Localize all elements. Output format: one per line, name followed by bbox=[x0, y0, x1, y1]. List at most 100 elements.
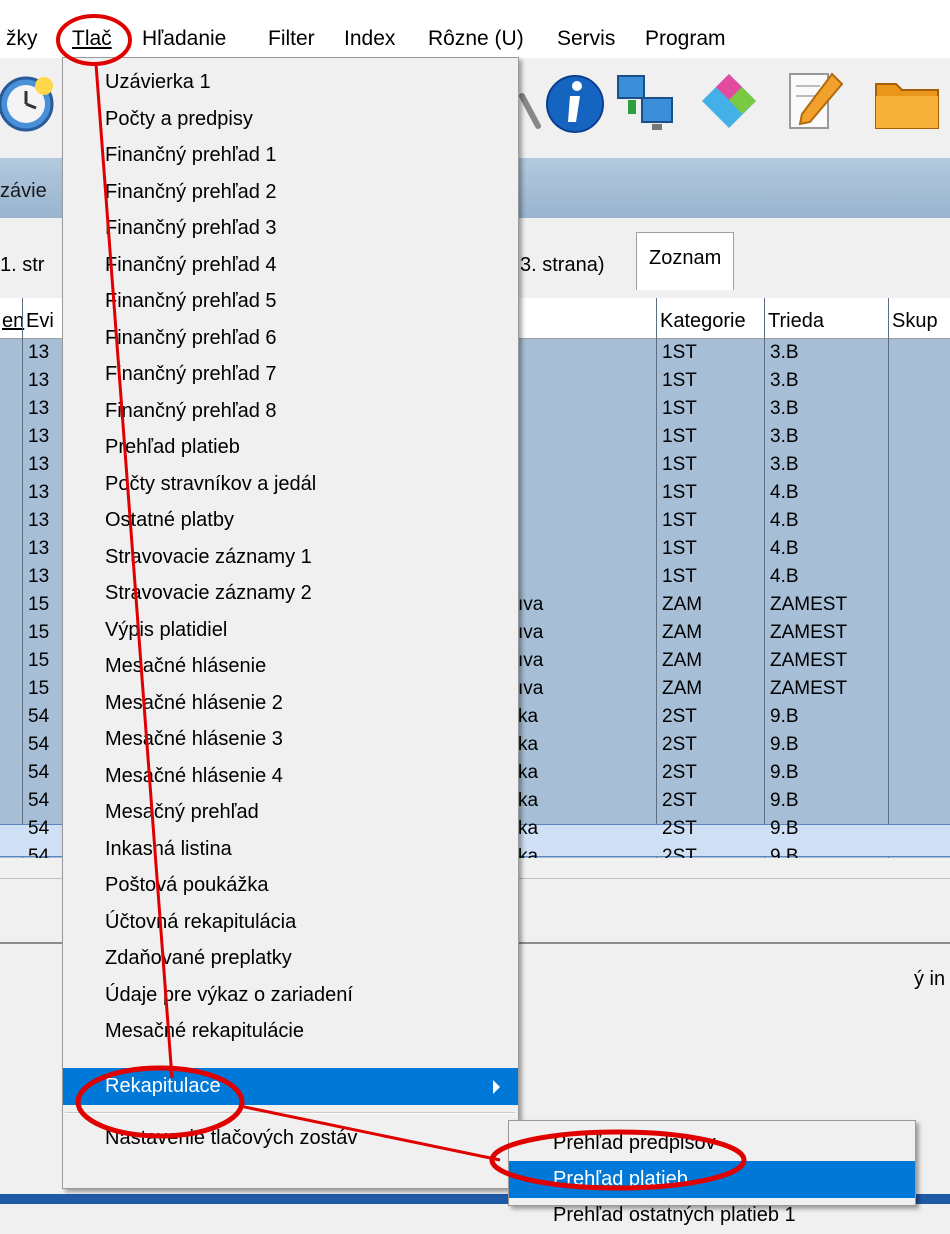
col-header-skup[interactable]: Skup bbox=[892, 310, 938, 333]
cell-name[interactable]: ka bbox=[518, 818, 538, 840]
menu-item[interactable]: Počty stravníkov a jedál bbox=[63, 466, 518, 503]
menu-item[interactable]: Účtovná rekapitulácia bbox=[63, 904, 518, 941]
cell-evi[interactable]: 15 bbox=[28, 622, 49, 644]
cell-evi[interactable]: 13 bbox=[28, 398, 49, 420]
menu-item[interactable]: Mesačné hlásenie bbox=[63, 648, 518, 685]
menu-item[interactable]: Finančný prehľad 3 bbox=[63, 210, 518, 247]
menu-item[interactable]: Výpis platidiel bbox=[63, 612, 518, 649]
cell-trieda[interactable]: ZAMEST bbox=[770, 622, 847, 644]
cell-trieda[interactable]: 3.B bbox=[770, 370, 799, 392]
menu-item[interactable]: Zdaňované preplatky bbox=[63, 940, 518, 977]
cell-evi[interactable]: 54 bbox=[28, 762, 49, 784]
col-header-en[interactable]: en bbox=[2, 310, 24, 333]
cell-evi[interactable]: 13 bbox=[28, 342, 49, 364]
menu-item[interactable]: Mesačné rekapitulácie bbox=[63, 1013, 518, 1050]
cell-evi[interactable]: 13 bbox=[28, 370, 49, 392]
menu-item[interactable]: Finančný prehľad 4 bbox=[63, 247, 518, 284]
cell-kategorie[interactable]: 1ST bbox=[662, 342, 697, 364]
cell-trieda[interactable]: 4.B bbox=[770, 482, 799, 504]
cell-trieda[interactable]: ZAMEST bbox=[770, 594, 847, 616]
cell-evi[interactable]: 54 bbox=[28, 818, 49, 840]
col-header-trieda[interactable]: Trieda bbox=[768, 310, 824, 333]
cell-trieda[interactable]: 9.B bbox=[770, 762, 799, 784]
menu-item[interactable]: Mesačné hlásenie 4 bbox=[63, 758, 518, 795]
menu-item[interactable]: Finančný prehľad 1 bbox=[63, 137, 518, 174]
cell-name[interactable]: ka bbox=[518, 790, 538, 812]
cell-kategorie[interactable]: 2ST bbox=[662, 734, 697, 756]
cell-trieda[interactable]: 4.B bbox=[770, 538, 799, 560]
cell-kategorie[interactable]: 1ST bbox=[662, 454, 697, 476]
cell-trieda[interactable]: 4.B bbox=[770, 510, 799, 532]
menu-item[interactable]: Mesačné hlásenie 3 bbox=[63, 721, 518, 758]
cell-trieda[interactable]: 9.B bbox=[770, 734, 799, 756]
menu-item-rozne[interactable]: Rôzne (U) bbox=[428, 27, 524, 51]
cell-evi[interactable]: 13 bbox=[28, 538, 49, 560]
cell-kategorie[interactable]: 1ST bbox=[662, 538, 697, 560]
info-icon[interactable] bbox=[540, 66, 610, 136]
submenu-item-prehlad-ostatnych-platieb-1[interactable]: Prehľad ostatných platieb 1 bbox=[509, 1197, 915, 1234]
cell-trieda[interactable]: 3.B bbox=[770, 454, 799, 476]
cell-kategorie[interactable]: 1ST bbox=[662, 426, 697, 448]
menu-item-hladanie[interactable]: Hľadanie bbox=[142, 27, 226, 51]
edit-document-icon[interactable] bbox=[780, 66, 850, 136]
menu-item[interactable]: Finančný prehľad 6 bbox=[63, 320, 518, 357]
cell-kategorie[interactable]: ZAM bbox=[662, 678, 702, 700]
cell-evi[interactable]: 13 bbox=[28, 510, 49, 532]
cell-evi[interactable]: 54 bbox=[28, 790, 49, 812]
clock-icon[interactable] bbox=[0, 66, 62, 136]
tab-1-strana[interactable]: 1. str bbox=[0, 254, 44, 277]
menu-item[interactable]: Údaje pre výkaz o zariadení bbox=[63, 977, 518, 1014]
cell-trieda[interactable]: 9.B bbox=[770, 706, 799, 728]
menu-item-filter[interactable]: Filter bbox=[268, 27, 315, 51]
menu-item-program[interactable]: Program bbox=[645, 27, 726, 51]
menu-item[interactable]: Ostatné platby bbox=[63, 502, 518, 539]
network-icon[interactable] bbox=[612, 66, 682, 136]
menu-item-servis[interactable]: Servis bbox=[557, 27, 615, 51]
cell-name[interactable]: ıva bbox=[518, 594, 543, 616]
cell-evi[interactable]: 13 bbox=[28, 426, 49, 448]
cell-kategorie[interactable]: ZAM bbox=[662, 650, 702, 672]
submenu-item-prehlad-platieb[interactable]: Prehľad platieb bbox=[509, 1161, 915, 1198]
menu-item[interactable]: Mesačné hlásenie 2 bbox=[63, 685, 518, 722]
cell-evi[interactable]: 13 bbox=[28, 566, 49, 588]
cell-kategorie[interactable]: 1ST bbox=[662, 370, 697, 392]
menu-item[interactable]: Uzávierka 1 bbox=[63, 64, 518, 101]
cell-trieda[interactable]: 9.B bbox=[770, 790, 799, 812]
menu-item-partial[interactable]: žky bbox=[6, 27, 38, 51]
cell-name[interactable]: ıva bbox=[518, 622, 543, 644]
cell-evi[interactable]: 13 bbox=[28, 482, 49, 504]
cell-kategorie[interactable]: 2ST bbox=[662, 706, 697, 728]
cell-kategorie[interactable]: 2ST bbox=[662, 818, 697, 840]
cell-name[interactable]: ka bbox=[518, 762, 538, 784]
cell-kategorie[interactable]: 1ST bbox=[662, 398, 697, 420]
cell-name[interactable]: ka bbox=[518, 734, 538, 756]
cell-evi[interactable]: 54 bbox=[28, 706, 49, 728]
cell-trieda[interactable]: ZAMEST bbox=[770, 650, 847, 672]
cell-kategorie[interactable]: 1ST bbox=[662, 482, 697, 504]
tab-3-strana[interactable]: 3. strana) bbox=[520, 254, 604, 277]
cell-evi[interactable]: 15 bbox=[28, 678, 49, 700]
cell-evi[interactable]: 13 bbox=[28, 454, 49, 476]
cell-kategorie[interactable]: 1ST bbox=[662, 566, 697, 588]
tab-zoznam[interactable]: Zoznam bbox=[636, 232, 735, 290]
menu-item[interactable]: Finančný prehľad 8 bbox=[63, 393, 518, 430]
cell-kategorie[interactable]: ZAM bbox=[662, 594, 702, 616]
cell-trieda[interactable]: 3.B bbox=[770, 426, 799, 448]
cell-name[interactable]: ıva bbox=[518, 678, 543, 700]
menu-item[interactable]: Prehľad platieb bbox=[63, 429, 518, 466]
cell-evi[interactable]: 54 bbox=[28, 734, 49, 756]
menu-item[interactable]: Finančný prehľad 5 bbox=[63, 283, 518, 320]
cell-trieda[interactable]: 9.B bbox=[770, 818, 799, 840]
menu-item[interactable]: Počty a predpisy bbox=[63, 101, 518, 138]
cell-kategorie[interactable]: 2ST bbox=[662, 762, 697, 784]
menu-item[interactable]: Finančný prehľad 7 bbox=[63, 356, 518, 393]
cell-name[interactable]: ka bbox=[518, 706, 538, 728]
cell-kategorie[interactable]: ZAM bbox=[662, 622, 702, 644]
cell-kategorie[interactable]: 1ST bbox=[662, 510, 697, 532]
cell-trieda[interactable]: 3.B bbox=[770, 342, 799, 364]
menu-item[interactable]: Finančný prehľad 2 bbox=[63, 174, 518, 211]
puzzle-icon[interactable] bbox=[694, 66, 764, 136]
col-header-evi[interactable]: Evi bbox=[26, 310, 54, 333]
col-header-kategorie[interactable]: Kategorie bbox=[660, 310, 746, 333]
cell-trieda[interactable]: 4.B bbox=[770, 566, 799, 588]
